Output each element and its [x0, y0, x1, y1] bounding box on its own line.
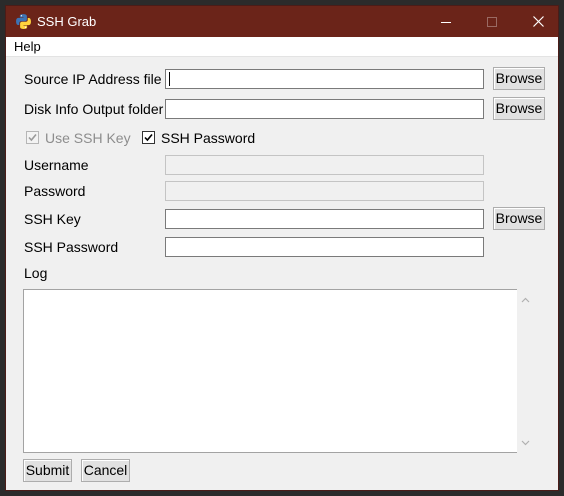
text-caret [169, 72, 170, 86]
source-ip-browse-button[interactable]: Browse [493, 67, 545, 90]
disk-info-input[interactable] [165, 99, 484, 119]
scroll-down-button[interactable] [517, 434, 534, 451]
checkmark-icon [28, 133, 37, 142]
ssh-password-label: SSH Password [24, 239, 119, 255]
window-title: SSH Grab [37, 14, 97, 29]
maximize-icon [487, 16, 497, 27]
ssh-password-checkbox[interactable] [142, 131, 155, 144]
title-bar[interactable]: SSH Grab [6, 6, 558, 37]
minimize-button[interactable] [423, 6, 469, 37]
scroll-up-button[interactable] [517, 291, 534, 308]
cancel-button[interactable]: Cancel [81, 459, 130, 482]
close-icon [532, 16, 544, 27]
password-input[interactable] [165, 181, 484, 201]
disk-info-browse-button[interactable]: Browse [493, 97, 545, 120]
username-label: Username [24, 157, 89, 173]
chevron-up-icon [521, 297, 530, 302]
source-ip-label: Source IP Address file [24, 71, 162, 87]
menu-help[interactable]: Help [10, 39, 45, 55]
close-button[interactable] [515, 6, 561, 37]
ssh-key-input[interactable] [165, 209, 484, 229]
ssh-key-label: SSH Key [24, 211, 81, 227]
log-textarea[interactable] [23, 289, 518, 453]
use-ssh-key-checkbox[interactable] [26, 131, 39, 144]
chevron-down-icon [521, 440, 530, 445]
password-label: Password [24, 183, 86, 199]
use-ssh-key-label: Use SSH Key [45, 130, 131, 146]
source-ip-input[interactable] [165, 69, 484, 89]
log-label: Log [24, 265, 48, 281]
maximize-button[interactable] [469, 6, 515, 37]
minimize-icon [441, 21, 451, 23]
menu-bar: Help [6, 37, 558, 57]
python-icon [16, 14, 31, 29]
ssh-password-input[interactable] [165, 237, 484, 257]
app-window: SSH Grab Help Source IP Address file Bro… [5, 5, 559, 491]
ssh-key-browse-button[interactable]: Browse [493, 207, 545, 230]
ssh-password-toggle-label: SSH Password [161, 130, 256, 146]
log-scrollbar[interactable] [517, 289, 534, 453]
checkmark-icon [144, 133, 153, 142]
username-input[interactable] [165, 155, 484, 175]
submit-button[interactable]: Submit [23, 459, 72, 482]
disk-info-label: Disk Info Output folder [24, 101, 164, 117]
